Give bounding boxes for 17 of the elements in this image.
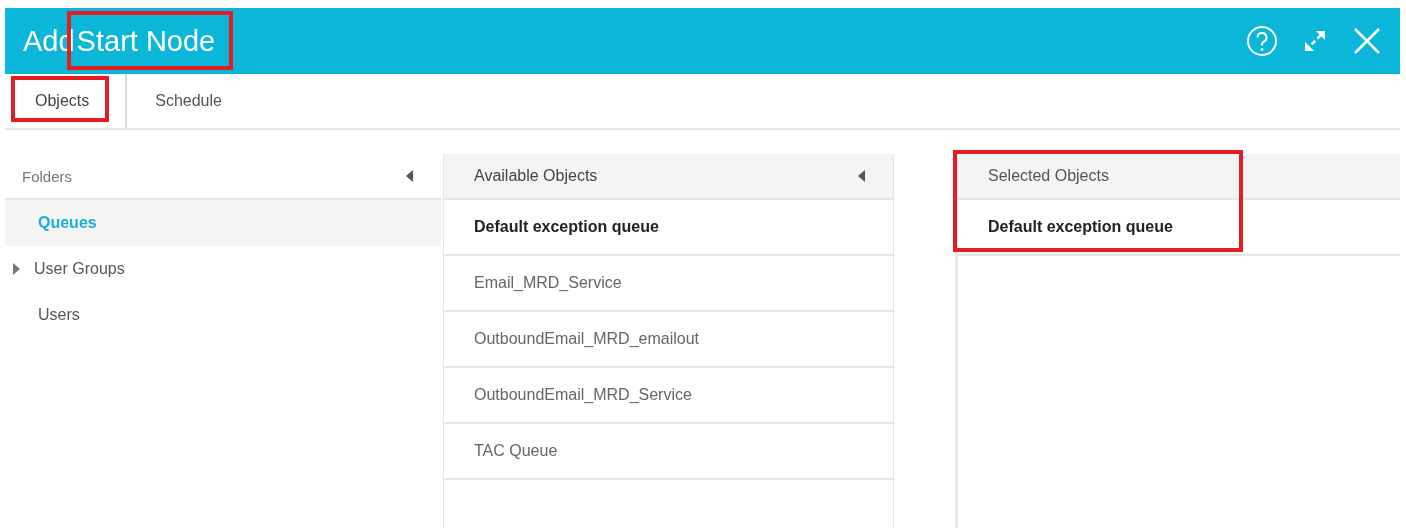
folder-item[interactable]: User Groups [5, 246, 441, 292]
window-title: Start Node [76, 24, 216, 57]
object-item[interactable]: Default exception queue [444, 200, 893, 256]
object-item[interactable]: Email_MRD_Service [444, 256, 893, 312]
help-icon[interactable] [1246, 25, 1278, 57]
object-item[interactable]: TAC Queue [444, 424, 893, 480]
object-item[interactable]: OutboundEmail_MRD_Service [444, 368, 893, 424]
panel-header: Available Objects [474, 167, 598, 185]
object-item[interactable]: OutboundEmail_MRD_emailout [444, 312, 893, 368]
object-item[interactable]: Default exception queue [958, 200, 1400, 256]
expand-arrow-icon[interactable] [13, 263, 20, 275]
close-icon[interactable] [1352, 26, 1382, 56]
panel-header: Folders [22, 167, 73, 185]
panel-header: Selected Objects [988, 167, 1109, 185]
folder-item[interactable]: Users [5, 292, 441, 338]
collapse-icon[interactable] [406, 170, 413, 182]
collapse-icon[interactable] [858, 170, 865, 182]
